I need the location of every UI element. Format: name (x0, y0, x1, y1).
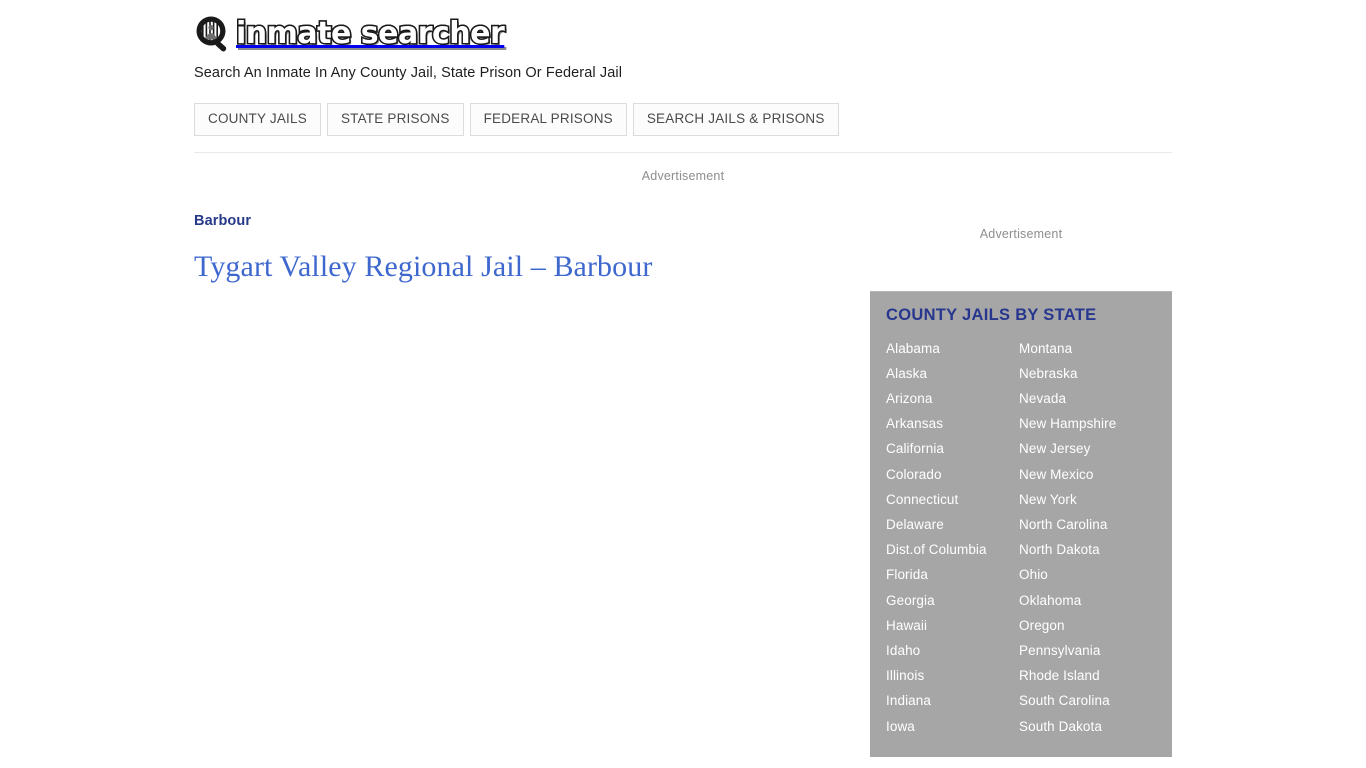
state-link[interactable]: Rhode Island (1019, 663, 1152, 688)
state-link[interactable]: Oregon (1019, 613, 1152, 638)
site-header: inmate searcher Search An Inmate In Any … (194, 0, 1172, 81)
state-link[interactable]: Indiana (886, 688, 1019, 713)
sidebar-advertisement-label: Advertisement (979, 226, 1063, 241)
states-grid: Alabama Alaska Arizona Arkansas California Co… (886, 336, 1156, 739)
state-link[interactable]: California (886, 436, 1019, 461)
site-logo-link[interactable]: inmate searcher (194, 14, 1172, 56)
state-link[interactable]: Georgia (886, 588, 1019, 613)
state-link[interactable]: Ohio (1019, 562, 1152, 587)
state-link[interactable]: New Hampshire (1019, 411, 1152, 436)
state-link[interactable]: New Mexico (1019, 462, 1152, 487)
state-link[interactable]: North Dakota (1019, 537, 1152, 562)
county-jails-by-state-widget: COUNTY JAILS BY STATE Alabama Alaska Arizo… (870, 290, 1172, 757)
state-link[interactable]: North Carolina (1019, 512, 1152, 537)
main-navigation: COUNTY JAILS STATE PRISONS FEDERAL PRISO… (194, 103, 1172, 136)
state-link[interactable]: Dist.of Columbia (886, 537, 1019, 562)
widget-title: COUNTY JAILS BY STATE (886, 305, 1097, 324)
sidebar-column: Advertisement COUNTY JAILS BY STATE Alab… (870, 213, 1172, 757)
state-link[interactable]: Oklahoma (1019, 588, 1152, 613)
state-link[interactable]: Delaware (886, 512, 1019, 537)
states-column-right: Montana Nebraska Nevada New Hampshire New Je… (1019, 336, 1152, 739)
nav-item-state-prisons[interactable]: STATE PRISONS (326, 103, 464, 136)
state-link[interactable]: Illinois (886, 663, 1019, 688)
article-category[interactable]: Barbour (194, 213, 854, 229)
site-wordmark: inmate searcher (234, 16, 506, 51)
state-link[interactable]: Montana (1019, 336, 1152, 361)
page-root: inmate searcher Search An Inmate In Any … (0, 0, 1366, 768)
state-link[interactable]: Iowa (886, 714, 1019, 739)
header-divider (194, 151, 1172, 153)
state-link[interactable]: Hawaii (886, 613, 1019, 638)
state-link[interactable]: Idaho (886, 638, 1019, 663)
state-link[interactable]: Colorado (886, 462, 1019, 487)
sidebar-advertisement-slot: Advertisement (870, 225, 1172, 243)
nav-item-federal-prisons[interactable]: FEDERAL PRISONS (469, 103, 627, 136)
state-link[interactable]: South Dakota (1019, 714, 1152, 739)
content-container: inmate searcher Search An Inmate In Any … (194, 0, 1172, 757)
state-link[interactable]: New York (1019, 487, 1152, 512)
top-advertisement-label: Advertisement (641, 168, 725, 183)
state-link[interactable]: Pennsylvania (1019, 638, 1152, 663)
state-link[interactable]: Alaska (886, 361, 1019, 386)
nav-item-county-jails[interactable]: COUNTY JAILS (194, 103, 321, 136)
state-link[interactable]: Connecticut (886, 487, 1019, 512)
main-columns: Barbour Tygart Valley Regional Jail – Ba… (194, 213, 1172, 757)
state-link[interactable]: New Jersey (1019, 436, 1152, 461)
states-column-left: Alabama Alaska Arizona Arkansas California Co… (886, 336, 1019, 739)
state-link[interactable]: Nevada (1019, 386, 1152, 411)
page-title: Tygart Valley Regional Jail – Barbour (194, 249, 653, 283)
state-link[interactable]: Nebraska (1019, 361, 1152, 386)
primary-content-column: Barbour Tygart Valley Regional Jail – Ba… (194, 213, 854, 757)
state-link[interactable]: Florida (886, 562, 1019, 587)
magnifying-glass-jail-icon (194, 15, 234, 55)
site-tagline: Search An Inmate In Any County Jail, Sta… (194, 65, 623, 81)
state-link[interactable]: South Carolina (1019, 688, 1152, 713)
state-link[interactable]: Arizona (886, 386, 1019, 411)
nav-item-search-jails-prisons[interactable]: SEARCH JAILS & PRISONS (632, 103, 839, 136)
state-link[interactable]: Arkansas (886, 411, 1019, 436)
state-link[interactable]: Alabama (886, 336, 1019, 361)
